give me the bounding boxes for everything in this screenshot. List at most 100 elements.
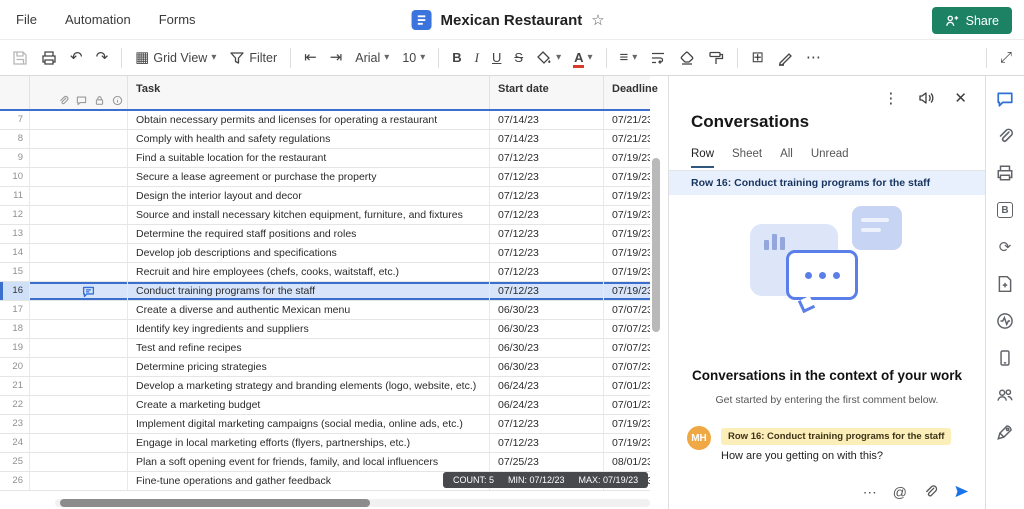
font-size-select[interactable]: 10 ▾	[402, 51, 425, 65]
table-row[interactable]: 20Determine pricing strategies06/30/2307…	[0, 358, 650, 377]
table-row[interactable]: 11Design the interior layout and decor07…	[0, 187, 650, 206]
row-number[interactable]: 12	[0, 206, 30, 224]
info-column-icon[interactable]	[112, 95, 123, 106]
row-indicator[interactable]	[30, 225, 128, 243]
row-number[interactable]: 21	[0, 377, 30, 395]
task-cell[interactable]: Find a suitable location for the restaur…	[128, 149, 490, 167]
task-cell[interactable]: Determine pricing strategies	[128, 358, 490, 376]
underline-button[interactable]: U	[492, 50, 501, 65]
more-toolbar-button[interactable]: ⋯	[806, 50, 821, 65]
attachments-icon[interactable]	[995, 126, 1015, 146]
row-indicator[interactable]	[30, 206, 128, 224]
wrap-text-button[interactable]	[650, 50, 666, 66]
filter-button[interactable]: Filter	[229, 50, 277, 66]
row-indicator[interactable]	[30, 396, 128, 414]
deadline-cell[interactable]: 07/19/23	[604, 434, 650, 452]
table-row[interactable]: 24Engage in local marketing efforts (fly…	[0, 434, 650, 453]
strikethrough-button[interactable]: S	[514, 50, 523, 65]
row-indicator[interactable]	[30, 358, 128, 376]
task-cell[interactable]: Determine the required staff positions a…	[128, 225, 490, 243]
table-row[interactable]: 10Secure a lease agreement or purchase t…	[0, 168, 650, 187]
row-number[interactable]: 18	[0, 320, 30, 338]
row-number[interactable]: 26	[0, 472, 30, 490]
row-indicator[interactable]	[30, 320, 128, 338]
task-cell[interactable]: Create a diverse and authentic Mexican m…	[128, 301, 490, 319]
publish-icon[interactable]	[995, 274, 1015, 294]
mention-icon[interactable]: @	[893, 485, 907, 499]
proofs-icon[interactable]	[995, 163, 1015, 183]
share-button[interactable]: Share	[932, 7, 1012, 34]
table-row[interactable]: 12 Source and install necessary kitchen e…	[0, 206, 650, 225]
deadline-cell[interactable]: 07/07/23	[604, 339, 650, 357]
start-date-cell[interactable]: 07/12/23	[490, 149, 604, 167]
start-date-cell[interactable]: 07/12/23	[490, 168, 604, 186]
column-header-task[interactable]: Task	[128, 76, 490, 109]
task-cell[interactable]: Fine-tune operations and gather feedback	[128, 472, 490, 490]
row-number[interactable]: 17	[0, 301, 30, 319]
save-button[interactable]	[12, 50, 28, 66]
task-cell[interactable]: Design the interior layout and decor	[128, 187, 490, 205]
row-indicator[interactable]	[30, 244, 128, 262]
row-number[interactable]: 23	[0, 415, 30, 433]
deadline-cell[interactable]: 07/19/23	[604, 187, 650, 205]
menu-automation[interactable]: Automation	[65, 12, 131, 27]
start-date-cell[interactable]: 06/24/23	[490, 377, 604, 395]
start-date-cell[interactable]: 07/14/23	[490, 111, 604, 129]
attachment-column-icon[interactable]	[58, 95, 69, 106]
text-color-button[interactable]: A ▾	[574, 50, 592, 65]
mobile-icon[interactable]	[995, 348, 1015, 368]
conversations-icon[interactable]	[995, 89, 1015, 109]
italic-button[interactable]: I	[475, 50, 479, 66]
horizontal-scrollbar-thumb[interactable]	[60, 499, 370, 507]
task-cell[interactable]: Plan a soft opening event for friends, f…	[128, 453, 490, 471]
table-row[interactable]: 25Plan a soft opening event for friends,…	[0, 453, 650, 472]
deadline-cell[interactable]: 07/19/23	[604, 225, 650, 243]
view-switcher[interactable]: ▦ Grid View ▾	[135, 50, 216, 65]
menu-forms[interactable]: Forms	[159, 12, 196, 27]
megaphone-icon[interactable]	[918, 90, 934, 106]
start-date-cell[interactable]: 07/12/23	[490, 244, 604, 262]
deadline-cell[interactable]: 07/01/23	[604, 396, 650, 414]
outdent-button[interactable]: ⇤	[304, 50, 317, 65]
deadline-cell[interactable]: 07/19/23	[604, 415, 650, 433]
activity-log-icon[interactable]	[995, 311, 1015, 331]
update-requests-icon[interactable]: ⟳	[995, 237, 1015, 257]
task-cell[interactable]: Implement digital marketing campaigns (s…	[128, 415, 490, 433]
start-date-cell[interactable]: 07/12/23	[490, 415, 604, 433]
task-cell[interactable]: Develop job descriptions and specificati…	[128, 244, 490, 262]
task-cell[interactable]: Test and refine recipes	[128, 339, 490, 357]
deadline-cell[interactable]: 07/19/23	[604, 244, 650, 262]
bold-button[interactable]: B	[452, 50, 461, 65]
table-row[interactable]: 8Comply with health and safety regulatio…	[0, 130, 650, 149]
task-cell[interactable]: Source and install necessary kitchen equ…	[128, 206, 490, 224]
table-row[interactable]: 23 Implement digital marketing campaigns …	[0, 415, 650, 434]
start-date-cell[interactable]: 07/12/23	[490, 187, 604, 205]
row-number[interactable]: 19	[0, 339, 30, 357]
deadline-cell[interactable]: 07/19/23	[604, 282, 650, 300]
row-indicator[interactable]	[30, 111, 128, 129]
borders-button[interactable]: ⊞	[751, 50, 764, 65]
redo-button[interactable]: ↷	[96, 50, 109, 65]
menu-file[interactable]: File	[16, 12, 37, 27]
start-date-cell[interactable]: 06/30/23	[490, 320, 604, 338]
deadline-cell[interactable]: 07/19/23	[604, 149, 650, 167]
deadline-cell[interactable]: 07/19/23	[604, 206, 650, 224]
row-indicator[interactable]	[30, 149, 128, 167]
tab-row[interactable]: Row	[691, 148, 714, 168]
deadline-cell[interactable]: 07/07/23	[604, 320, 650, 338]
close-panel-icon[interactable]: ✕	[954, 91, 967, 106]
row-number[interactable]: 22	[0, 396, 30, 414]
row-indicator[interactable]	[30, 377, 128, 395]
row-indicator[interactable]	[30, 339, 128, 357]
comment-more-icon[interactable]: ⋯	[863, 485, 877, 499]
row-number[interactable]: 8	[0, 130, 30, 148]
row-number[interactable]: 16	[0, 282, 30, 300]
row-indicator[interactable]	[30, 168, 128, 186]
table-row[interactable]: 9Find a suitable location for the restau…	[0, 149, 650, 168]
undo-button[interactable]: ↶	[70, 50, 83, 65]
start-date-cell[interactable]: 07/12/23	[490, 282, 604, 300]
integrations-icon[interactable]	[995, 422, 1015, 442]
tab-all[interactable]: All	[780, 148, 793, 168]
start-date-cell[interactable]: 06/30/23	[490, 301, 604, 319]
clear-format-button[interactable]	[679, 50, 695, 66]
